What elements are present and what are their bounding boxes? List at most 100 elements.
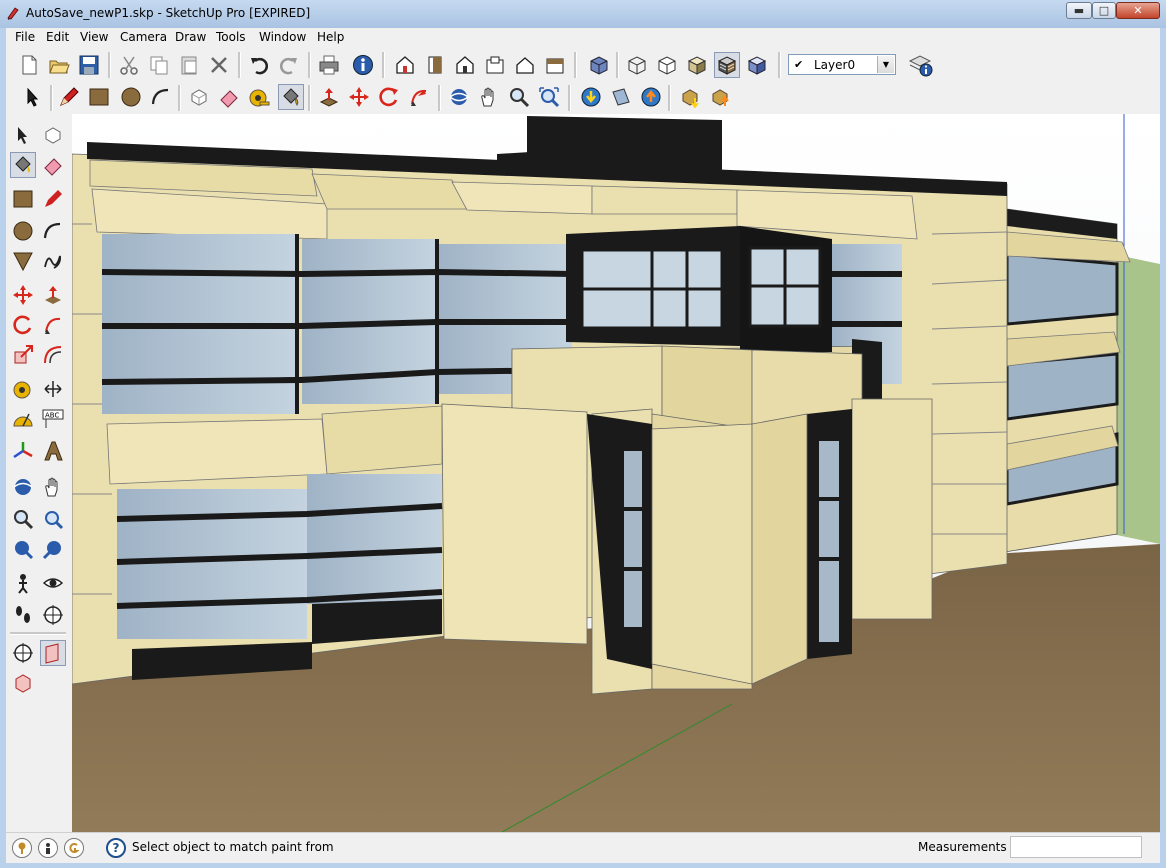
- orbit-icon[interactable]: [10, 474, 36, 500]
- select-icon[interactable]: [10, 122, 36, 148]
- tape-measure-icon[interactable]: [10, 376, 36, 402]
- eraser-icon[interactable]: [40, 152, 66, 178]
- push-pull-icon[interactable]: [40, 282, 66, 308]
- close-button[interactable]: ✕: [1116, 2, 1160, 19]
- layer-dropdown[interactable]: ✔ Layer0 ▼: [788, 54, 896, 75]
- pan-icon[interactable]: [40, 474, 66, 500]
- right-view-icon[interactable]: [482, 52, 508, 78]
- dynamic-components-icon[interactable]: [708, 84, 734, 110]
- rectangle-icon[interactable]: [10, 186, 36, 212]
- scale-icon[interactable]: [10, 342, 36, 368]
- shaded-icon[interactable]: [684, 52, 710, 78]
- help-icon[interactable]: ?: [106, 838, 126, 858]
- model-viewport[interactable]: [72, 114, 1160, 832]
- protractor-icon[interactable]: [10, 406, 36, 432]
- position-camera-icon[interactable]: [10, 570, 36, 596]
- measurements-field[interactable]: [1010, 836, 1142, 858]
- share-component-icon[interactable]: [678, 84, 704, 110]
- menu-draw[interactable]: Draw: [175, 30, 206, 44]
- pencil-icon[interactable]: [56, 84, 82, 110]
- save-icon[interactable]: [76, 52, 102, 78]
- front-view-icon[interactable]: [422, 52, 448, 78]
- open-icon[interactable]: [46, 52, 72, 78]
- xray-icon[interactable]: [586, 52, 612, 78]
- redo-icon[interactable]: [276, 52, 302, 78]
- dimension-icon[interactable]: [40, 376, 66, 402]
- follow-me-icon[interactable]: [406, 84, 432, 110]
- zoom-icon[interactable]: [506, 84, 532, 110]
- top-view-icon[interactable]: [452, 52, 478, 78]
- undo-icon[interactable]: [246, 52, 272, 78]
- arc-icon[interactable]: [40, 218, 66, 244]
- menu-file[interactable]: File: [15, 30, 35, 44]
- select-icon[interactable]: [20, 84, 46, 110]
- make-component-icon[interactable]: [40, 122, 66, 148]
- paste-icon[interactable]: [176, 52, 202, 78]
- print-icon[interactable]: [316, 52, 342, 78]
- follow-me-icon[interactable]: [40, 312, 66, 338]
- rectangle-icon[interactable]: [86, 84, 112, 110]
- chevron-down-icon[interactable]: ▼: [877, 56, 894, 73]
- zoom-window-icon[interactable]: [40, 506, 66, 532]
- menu-tools[interactable]: Tools: [216, 30, 246, 44]
- move-icon[interactable]: [346, 84, 372, 110]
- circle-icon[interactable]: [118, 84, 144, 110]
- back-view-icon[interactable]: [512, 52, 538, 78]
- orbit-icon[interactable]: [446, 84, 472, 110]
- get-photo-texture-icon[interactable]: [608, 84, 634, 110]
- menu-window[interactable]: Window: [259, 30, 306, 44]
- eraser-icon[interactable]: [216, 84, 242, 110]
- share-model-icon[interactable]: [638, 84, 664, 110]
- wireframe-icon[interactable]: [624, 52, 650, 78]
- left-view-icon[interactable]: [542, 52, 568, 78]
- axes-icon[interactable]: [10, 438, 36, 464]
- minimize-button[interactable]: ▬: [1066, 2, 1092, 19]
- line-icon[interactable]: [40, 186, 66, 212]
- rotate-icon[interactable]: [376, 84, 402, 110]
- walk-icon[interactable]: [10, 602, 36, 628]
- text-icon[interactable]: ABC: [40, 406, 66, 432]
- push-pull-icon[interactable]: [316, 84, 342, 110]
- section-plane-icon[interactable]: [40, 602, 66, 628]
- menu-help[interactable]: Help: [317, 30, 344, 44]
- 3d-text-icon[interactable]: [40, 438, 66, 464]
- freehand-icon[interactable]: [40, 248, 66, 274]
- user-icon[interactable]: [64, 838, 84, 858]
- arc-icon[interactable]: [148, 84, 174, 110]
- cut-icon[interactable]: [116, 52, 142, 78]
- iso-view-icon[interactable]: [392, 52, 418, 78]
- zoom-extents-icon[interactable]: [536, 84, 562, 110]
- pan-icon[interactable]: [476, 84, 502, 110]
- hidden-line-icon[interactable]: [654, 52, 680, 78]
- circle-icon[interactable]: [10, 218, 36, 244]
- menu-view[interactable]: View: [80, 30, 108, 44]
- maximize-button[interactable]: □: [1092, 2, 1116, 19]
- section-cuts-icon[interactable]: [40, 640, 66, 666]
- erase-icon[interactable]: [206, 52, 232, 78]
- next-view-icon[interactable]: [40, 536, 66, 562]
- shaded-texture-icon[interactable]: [714, 52, 740, 78]
- make-component-icon[interactable]: [186, 84, 212, 110]
- copy-icon[interactable]: [146, 52, 172, 78]
- monochrome-icon[interactable]: [744, 52, 770, 78]
- zoom-icon[interactable]: [10, 506, 36, 532]
- section-fill-icon[interactable]: [10, 670, 36, 696]
- polygon-icon[interactable]: [10, 248, 36, 274]
- credits-icon[interactable]: [38, 838, 58, 858]
- new-icon[interactable]: [16, 52, 42, 78]
- paint-bucket-icon[interactable]: [10, 152, 36, 178]
- rotate-icon[interactable]: [10, 312, 36, 338]
- geo-location-icon[interactable]: [12, 838, 32, 858]
- menu-camera[interactable]: Camera: [120, 30, 167, 44]
- menu-edit[interactable]: Edit: [46, 30, 69, 44]
- get-models-icon[interactable]: [578, 84, 604, 110]
- display-section-icon[interactable]: [10, 640, 36, 666]
- model-info-icon[interactable]: [350, 52, 376, 78]
- look-around-icon[interactable]: [40, 570, 66, 596]
- layer-manager-icon[interactable]: [908, 52, 934, 78]
- tape-measure-icon[interactable]: [246, 84, 272, 110]
- previous-view-icon[interactable]: [10, 536, 36, 562]
- paint-bucket-icon[interactable]: [278, 84, 304, 110]
- move-icon[interactable]: [10, 282, 36, 308]
- offset-icon[interactable]: [40, 342, 66, 368]
